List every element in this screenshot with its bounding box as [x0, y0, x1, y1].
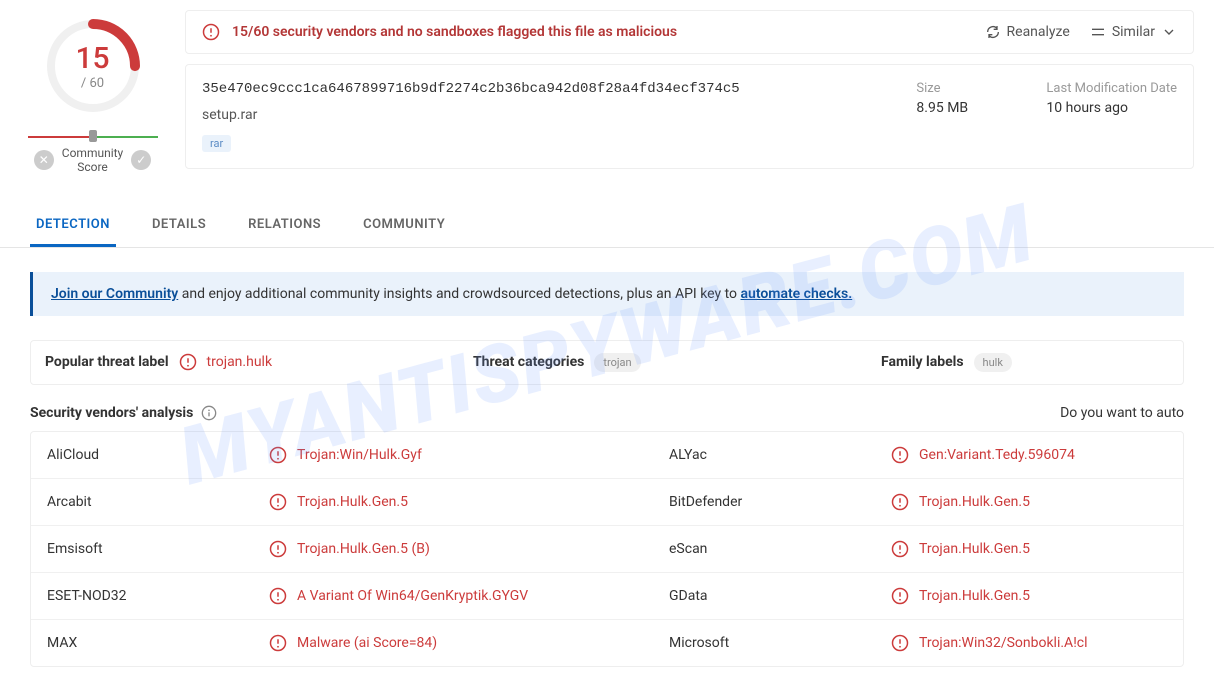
alert-icon: [891, 587, 909, 605]
file-hash: 35e470ec9ccc1ca6467899716b9df2274c2b36bc…: [202, 81, 916, 97]
tabs: DETECTION DETAILS RELATIONS COMMUNITY: [0, 205, 1214, 248]
reanalyze-icon: [985, 24, 1001, 40]
alert-text: 15/60 security vendors and no sandboxes …: [232, 24, 677, 40]
score-detected: 15: [75, 41, 109, 76]
family-labels-title: Family labels: [881, 354, 964, 370]
reanalyze-label: Reanalyze: [1007, 24, 1070, 40]
vendor-name: AliCloud: [47, 447, 257, 463]
alert-icon: [891, 446, 909, 464]
alert-icon: [269, 540, 287, 558]
banner-text: and enjoy additional community insights …: [178, 286, 740, 302]
vote-positive-icon[interactable]: ✓: [131, 150, 151, 170]
chevron-down-icon: [1161, 24, 1177, 40]
detection-name: Trojan.Hulk.Gen.5 (B): [297, 541, 430, 557]
file-panel: 35e470ec9ccc1ca6467899716b9df2274c2b36bc…: [185, 64, 1194, 169]
community-score-label: CommunityScore: [62, 146, 123, 175]
detection-name: Gen:Variant.Tedy.596074: [919, 447, 1075, 463]
vendor-row: ESET-NOD32 A Variant Of Win64/GenKryptik.…: [31, 573, 1183, 620]
file-tag[interactable]: rar: [202, 135, 231, 152]
alert-icon: [202, 23, 220, 41]
vendor-row: AliCloud Trojan:Win/Hulk.Gyf ALYac Gen:Vari…: [31, 432, 1183, 479]
community-banner: Join our Community and enjoy additional …: [30, 272, 1184, 316]
vendor-row: MAX Malware (ai Score=84) Microsoft Trojan:…: [31, 620, 1183, 666]
vendor-name: ALYac: [669, 447, 879, 463]
size-value: 8.95 MB: [916, 100, 1006, 116]
detection-name: Trojan:Win/Hulk.Gyf: [297, 447, 422, 463]
detection-name: Trojan.Hulk.Gen.5: [919, 588, 1030, 604]
vendor-name: BitDefender: [669, 494, 879, 510]
alert-icon: [891, 634, 909, 652]
vendor-name: Emsisoft: [47, 541, 257, 557]
vote-negative-icon[interactable]: ✕: [34, 150, 54, 170]
detection-name: Malware (ai Score=84): [297, 635, 437, 651]
threat-labels-row: Popular threat label trojan.hulk Threat …: [30, 340, 1184, 385]
vendors-section-title: Security vendors' analysis: [30, 405, 193, 421]
alert-icon: [269, 587, 287, 605]
vendors-right-text: Do you want to auto: [1060, 405, 1184, 421]
tab-relations[interactable]: RELATIONS: [242, 205, 327, 247]
detection-name: Trojan.Hulk.Gen.5: [919, 541, 1030, 557]
vendor-name: ESET-NOD32: [47, 588, 257, 604]
detection-name: Trojan.Hulk.Gen.5: [297, 494, 408, 510]
similar-icon: [1090, 24, 1106, 40]
date-label: Last Modification Date: [1046, 81, 1177, 96]
vendor-row: Arcabit Trojan.Hulk.Gen.5 BitDefender Troja…: [31, 479, 1183, 526]
detection-name: Trojan:Win32/Sonbokli.A!cl: [919, 635, 1088, 651]
similar-button[interactable]: Similar: [1090, 24, 1177, 40]
vendor-name: Microsoft: [669, 635, 879, 651]
popular-threat-value[interactable]: trojan.hulk: [207, 354, 273, 370]
similar-label: Similar: [1112, 24, 1155, 40]
alert-icon: [891, 493, 909, 511]
tab-community[interactable]: COMMUNITY: [357, 205, 451, 247]
join-community-link[interactable]: Join our Community: [51, 286, 178, 302]
tab-details[interactable]: DETAILS: [146, 205, 212, 247]
detection-name: Trojan.Hulk.Gen.5: [919, 494, 1030, 510]
vendor-name: GData: [669, 588, 879, 604]
size-label: Size: [916, 81, 1006, 96]
tab-detection[interactable]: DETECTION: [30, 205, 116, 247]
detection-gauge: 15 / 60: [45, 18, 141, 114]
score-total: / 60: [81, 76, 104, 91]
threat-categories-title: Threat categories: [473, 354, 584, 370]
detection-name: A Variant Of Win64/GenKryptik.GYGV: [297, 588, 528, 604]
vendors-table: AliCloud Trojan:Win/Hulk.Gyf ALYac Gen:Vari…: [30, 431, 1184, 667]
file-name: setup.rar: [202, 107, 916, 123]
family-label-pill[interactable]: hulk: [974, 353, 1012, 372]
vendor-row: Emsisoft Trojan.Hulk.Gen.5 (B) eScan Trojan…: [31, 526, 1183, 573]
vendor-name: MAX: [47, 635, 257, 651]
alert-bar: 15/60 security vendors and no sandboxes …: [185, 10, 1194, 54]
alert-icon: [891, 540, 909, 558]
alert-icon: [269, 634, 287, 652]
vendor-name: Arcabit: [47, 494, 257, 510]
alert-icon: [179, 353, 197, 371]
automate-checks-link[interactable]: automate checks.: [741, 286, 853, 302]
community-slider[interactable]: [28, 132, 158, 142]
score-column: 15 / 60 ✕ CommunityScore ✓: [20, 10, 165, 175]
date-value: 10 hours ago: [1046, 100, 1177, 116]
reanalyze-button[interactable]: Reanalyze: [985, 24, 1070, 40]
alert-icon: [269, 493, 287, 511]
threat-category-pill[interactable]: trojan: [594, 353, 640, 372]
popular-threat-title: Popular threat label: [45, 354, 169, 370]
alert-icon: [269, 446, 287, 464]
info-icon[interactable]: [201, 405, 217, 421]
vendor-name: eScan: [669, 541, 879, 557]
